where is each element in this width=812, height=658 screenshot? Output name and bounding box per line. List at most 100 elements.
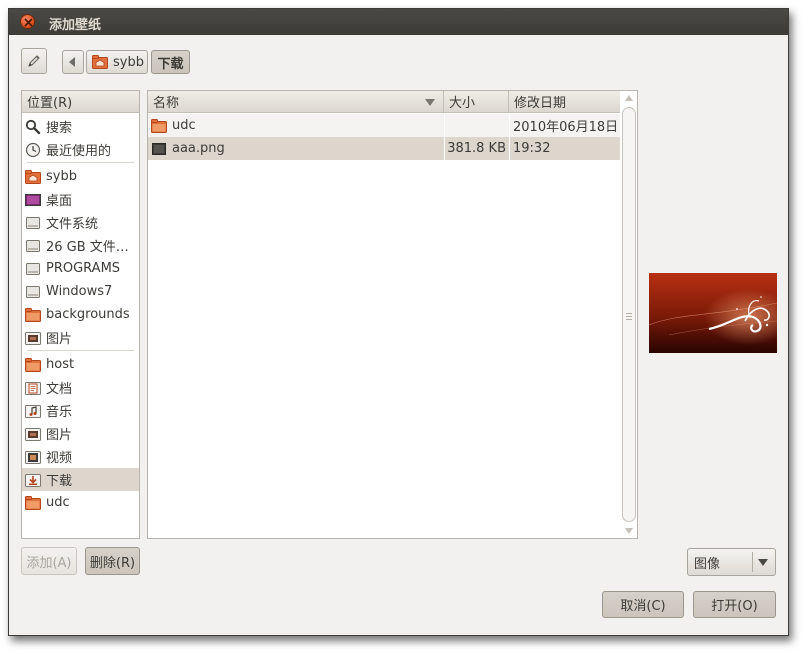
place-label: sybb [46,169,77,184]
place-windows7[interactable]: Windows7 [22,280,139,303]
place-label: 文档 [46,382,73,397]
window-title: 添加壁纸 [49,18,102,33]
place-label: Windows7 [46,284,113,299]
place-filesystem[interactable]: 文件系统 [22,211,139,234]
place-label: 最近使用的 [46,144,112,159]
place-host[interactable]: host [22,353,139,376]
scroll-up-arrow-icon[interactable] [625,95,633,101]
column-modified-label: 修改日期 [514,96,567,111]
place-search[interactable]: 搜索 [22,115,139,138]
file-list-scrollbar[interactable] [622,93,636,537]
folder-icon [25,307,41,322]
place-backgrounds[interactable]: backgrounds [22,303,139,326]
folder-icon [151,118,167,133]
music-folder-icon [25,404,41,418]
place-recent[interactable]: 最近使用的 [22,138,139,161]
pencil-icon [28,55,40,67]
downloads-folder-icon [25,473,41,487]
pictures-folder-icon [25,427,41,441]
place-programs[interactable]: PROGRAMS [22,257,139,280]
breadcrumb-label: 下载 [157,56,184,72]
file-row[interactable]: aaa.png 381.8 KB 19:32 [148,137,620,160]
drive-icon [26,262,40,275]
file-size: 381.8 KB [447,141,506,156]
chevron-down-icon [758,559,768,566]
file-type-filter-select[interactable]: 图像 [687,548,776,576]
desktop-icon [25,193,41,206]
place-label: 图片 [46,332,73,347]
filter-selected-value: 图像 [694,556,721,572]
remove-button[interactable]: 删除(R) [85,547,140,575]
breadcrumb-label: sybb [113,54,144,70]
place-label: 26 GB 文件… [46,240,129,255]
image-file-icon [152,142,166,155]
videos-folder-icon [25,450,41,464]
pictures-folder-icon [25,331,41,345]
search-icon [25,119,41,134]
documents-folder-icon [25,381,41,395]
path-back-button[interactable] [62,50,84,74]
home-folder-icon [25,169,41,184]
place-label: backgrounds [46,307,130,322]
place-label: 视频 [46,451,73,466]
add-wallpaper-dialog: 添加壁纸 sybb 下载 位置(R) 搜索 最近使用的 sybb 桌面 文件系统… [8,8,789,636]
cancel-button[interactable]: 取消(C) [602,591,684,618]
title-bar: 添加壁纸 [9,9,788,35]
place-label: 文件系统 [46,217,99,232]
drive-icon [26,239,40,252]
column-header-name[interactable]: 名称 [148,91,444,113]
file-name: aaa.png [172,141,225,156]
left-arrow-icon [69,57,75,67]
scrollbar-grip[interactable] [626,313,632,314]
scrollbar-trough[interactable] [622,107,636,522]
column-header-modified[interactable]: 修改日期 [509,91,620,113]
file-modified: 19:32 [513,141,551,156]
open-button[interactable]: 打开(O) [693,591,776,618]
place-videos[interactable]: 视频 [22,445,139,468]
places-header[interactable]: 位置(R) [22,91,139,113]
folder-icon [25,357,41,372]
places-separator [27,350,134,351]
place-label: host [46,357,75,372]
place-desktop[interactable]: 桌面 [22,188,139,211]
edit-location-button[interactable] [21,48,47,74]
drive-icon [26,285,40,298]
file-name: udc [172,118,196,133]
column-name-label: 名称 [153,96,180,111]
file-list[interactable]: 名称 大小 修改日期 udc 2010年06月18日 aaa.png 381.8… [147,90,638,539]
folder-icon [25,495,41,510]
place-documents[interactable]: 文档 [22,376,139,399]
place-label: udc [46,495,70,510]
combo-divider [752,552,753,572]
place-label: 图片 [46,428,73,443]
drive-icon [26,216,40,229]
breadcrumb-sybb[interactable]: sybb [86,50,148,74]
add-button[interactable]: 添加(A) [21,547,77,575]
file-row[interactable]: udc 2010年06月18日 [148,114,620,137]
place-music[interactable]: 音乐 [22,399,139,422]
place-label: 桌面 [46,194,73,209]
wallpaper-preview-image [649,273,777,353]
place-sybb[interactable]: sybb [22,165,139,188]
place-udc[interactable]: udc [22,491,139,514]
place-26gb-volume[interactable]: 26 GB 文件… [22,234,139,257]
place-label: PROGRAMS [46,261,121,276]
place-label: 音乐 [46,405,73,420]
file-modified: 2010年06月18日 [513,120,619,135]
places-sidebar[interactable]: 位置(R) 搜索 最近使用的 sybb 桌面 文件系统 26 GB 文件… PR… [21,90,140,539]
breadcrumb-downloads[interactable]: 下载 [151,50,190,74]
column-header-size[interactable]: 大小 [444,91,509,113]
places-separator [27,162,134,163]
scroll-down-arrow-icon[interactable] [625,528,633,534]
column-size-label: 大小 [449,96,476,111]
place-downloads[interactable]: 下载 [22,468,139,491]
place-pictures[interactable]: 图片 [22,326,139,349]
file-size [448,114,506,137]
place-label: 下载 [46,474,73,489]
sort-descending-icon [425,99,435,106]
recent-clock-icon [25,142,41,157]
close-icon[interactable] [20,14,35,29]
place-pictures-2[interactable]: 图片 [22,422,139,445]
home-folder-icon [92,55,108,69]
place-label: 搜索 [46,121,73,136]
